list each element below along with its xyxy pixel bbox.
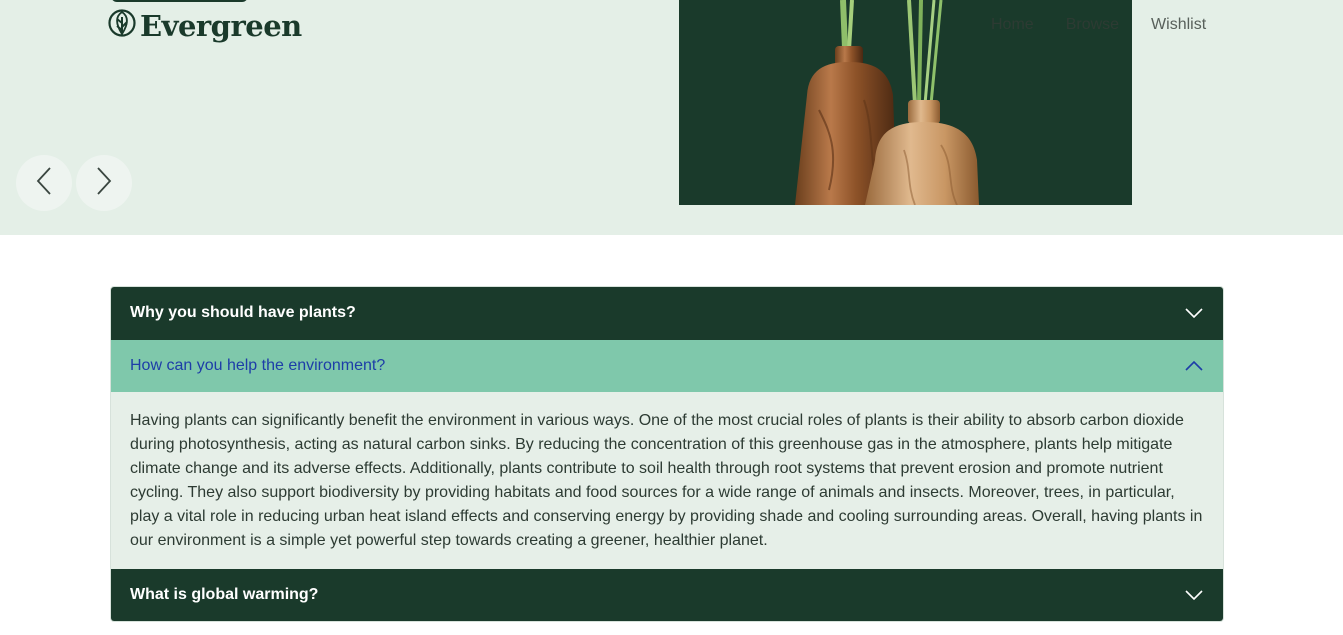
faq-answer-2: Having plants can significantly benefit … bbox=[111, 392, 1223, 569]
brand-name: Evergreen bbox=[140, 8, 302, 43]
chevron-down-icon bbox=[1185, 586, 1203, 604]
chevron-left-icon bbox=[35, 166, 53, 201]
carousel-prev-button[interactable] bbox=[16, 155, 72, 211]
chevron-right-icon bbox=[95, 166, 113, 201]
nav-browse[interactable]: Browse bbox=[1066, 16, 1119, 34]
hero-banner: Evergreen Home Browse Wishlist bbox=[0, 0, 1343, 235]
faq-question-3[interactable]: What is global warming? bbox=[111, 569, 1223, 621]
faq-question-text: Why you should have plants? bbox=[130, 304, 356, 321]
chevron-down-icon bbox=[1185, 304, 1203, 322]
faq-question-text: How can you help the environment? bbox=[130, 357, 386, 374]
chevron-up-icon bbox=[1185, 357, 1203, 375]
main-nav: Home Browse Wishlist bbox=[991, 16, 1206, 34]
faq-question-text: What is global warming? bbox=[130, 586, 319, 603]
leaf-icon bbox=[108, 8, 136, 43]
nav-wishlist[interactable]: Wishlist bbox=[1151, 16, 1206, 34]
faq-accordion: Why you should have plants? How can you … bbox=[110, 286, 1224, 622]
faq-question-1[interactable]: Why you should have plants? bbox=[111, 287, 1223, 339]
brand-logo[interactable]: Evergreen bbox=[108, 8, 302, 43]
nav-home[interactable]: Home bbox=[991, 16, 1034, 34]
faq-question-2[interactable]: How can you help the environment? bbox=[111, 339, 1223, 392]
top-pill bbox=[111, 0, 248, 2]
carousel-next-button[interactable] bbox=[76, 155, 132, 211]
